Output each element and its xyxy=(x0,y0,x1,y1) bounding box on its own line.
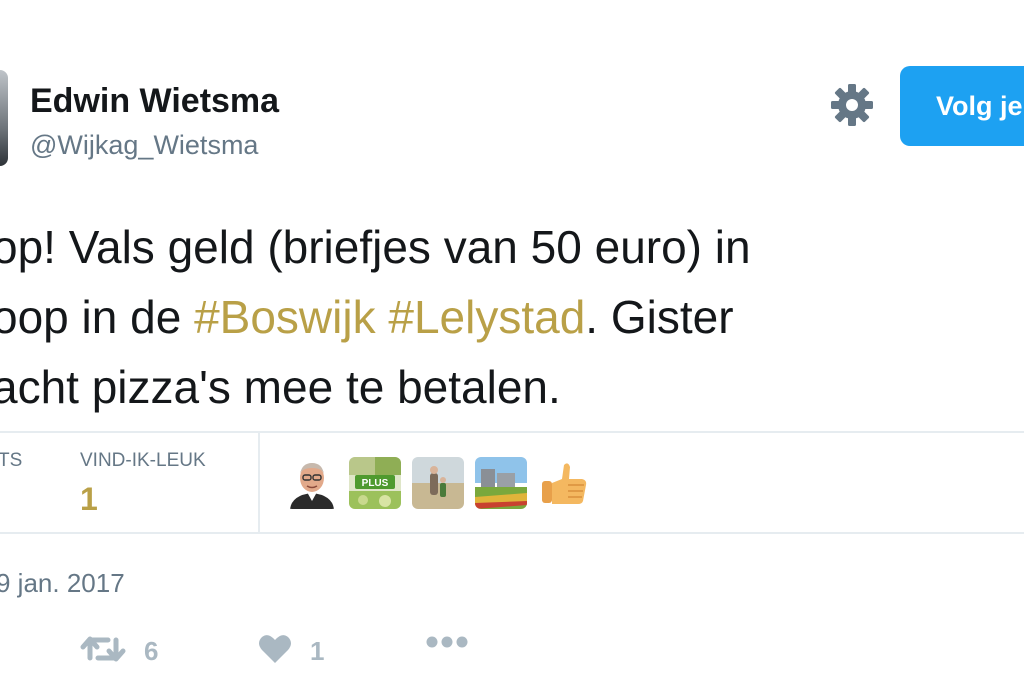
more-button[interactable] xyxy=(426,634,468,655)
liker-avatar-thumbs-up[interactable] xyxy=(538,457,590,509)
display-name[interactable]: Edwin Wietsma xyxy=(30,82,279,121)
tweet-line-3: acht pizza's mee te betalen. xyxy=(0,361,561,413)
more-icon xyxy=(426,634,468,655)
svg-text:PLUS: PLUS xyxy=(362,478,389,489)
like-count: 1 xyxy=(310,636,325,666)
tweet-timestamp[interactable]: 9 jan. 2017 xyxy=(0,568,125,599)
tweet-text: op! Vals geld (briefjes van 50 euro) in … xyxy=(0,212,952,422)
liker-avatar-man[interactable] xyxy=(286,457,338,509)
likes-stat-value[interactable]: 1 xyxy=(80,481,98,518)
stats-bottom-divider xyxy=(0,532,1024,534)
stats-top-divider xyxy=(0,431,1024,433)
tweet-line-2: oop in de #Boswijk #Lelystad. Gister xyxy=(0,282,952,352)
heart-icon xyxy=(258,634,292,669)
user-handle[interactable]: @Wijkag_Wietsma xyxy=(30,130,258,161)
tweet-text-segment: oop in de xyxy=(0,291,195,343)
retweet-button[interactable]: 6 xyxy=(80,634,158,669)
hashtag-link-boswijk[interactable]: #Boswijk xyxy=(194,291,376,343)
likes-stat-label[interactable]: VIND-IK-LEUK xyxy=(80,450,206,472)
gear-icon[interactable] xyxy=(830,83,874,127)
tweet-text-segment: . Gister xyxy=(585,291,734,343)
retweet-icon xyxy=(80,634,126,669)
retweets-stat-label[interactable]: TS xyxy=(0,450,22,472)
tweet-line-1: op! Vals geld (briefjes van 50 euro) in xyxy=(0,221,751,273)
profile-avatar[interactable] xyxy=(0,70,8,166)
follow-button[interactable]: Volg je xyxy=(900,66,1024,146)
liker-avatar-beach[interactable] xyxy=(412,457,464,509)
hashtag-link-lelystad[interactable]: #Lelystad xyxy=(388,291,585,343)
like-button[interactable]: 1 xyxy=(258,634,324,669)
stats-vertical-divider xyxy=(258,433,260,533)
liker-avatar-plus[interactable]: PLUS xyxy=(349,457,401,509)
liker-avatar-field[interactable] xyxy=(475,457,527,509)
follow-button-label: Volg je xyxy=(936,90,1023,121)
retweet-count: 6 xyxy=(144,636,159,666)
